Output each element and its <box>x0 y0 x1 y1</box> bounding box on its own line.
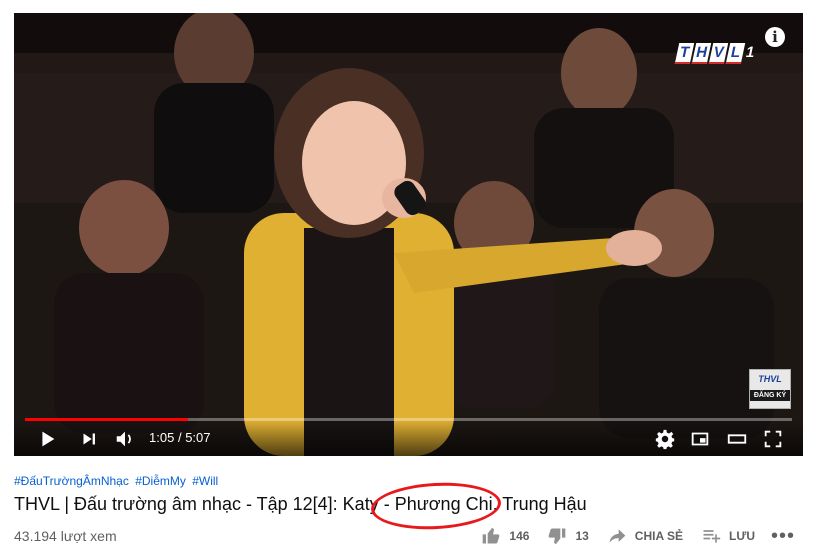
video-title-wrap: THVL | Đấu trường âm nhạc - Tập 12[4]: K… <box>14 479 803 533</box>
fullscreen-icon <box>764 430 782 448</box>
fullscreen-button[interactable] <box>762 428 784 450</box>
theater-mode-button[interactable] <box>726 428 748 450</box>
miniplayer-icon <box>691 432 709 446</box>
thumbs-up-icon <box>483 527 500 544</box>
playlist-add-icon <box>703 530 721 543</box>
like-count: 146 <box>509 529 530 543</box>
play-icon <box>42 431 55 447</box>
settings-button[interactable] <box>654 428 676 450</box>
share-button[interactable]: CHIA SẺ <box>607 526 683 546</box>
dislike-count: 13 <box>575 529 589 543</box>
hashtag-link[interactable]: #ĐấuTrườngÂmNhạc <box>14 474 129 488</box>
miniplayer-button[interactable] <box>689 428 711 450</box>
more-actions-button[interactable]: ••• <box>771 526 795 546</box>
action-bar: 146 13 CHIA SẺ LƯU ••• <box>463 526 795 546</box>
video-info: #ĐấuTrườngÂmNhạc #DiễmMy #Will THVL | Đấ… <box>14 474 803 546</box>
next-button[interactable] <box>78 428 100 450</box>
channel-watermark[interactable]: THVL ĐĂNG KÝ <box>749 369 791 409</box>
volume-button[interactable] <box>114 428 136 450</box>
time-total: 5:07 <box>185 430 211 445</box>
watermark-logo: THVL <box>758 374 782 384</box>
share-icon <box>609 529 626 543</box>
thumbs-down-icon <box>549 528 566 545</box>
play-button[interactable] <box>36 428 58 450</box>
time-current: 1:05 <box>149 430 175 445</box>
save-button[interactable]: LƯU <box>701 526 755 546</box>
hashtag-link[interactable]: #Will <box>192 474 218 488</box>
info-icon[interactable]: i <box>765 27 785 47</box>
watermark-subscribe: ĐĂNG KÝ <box>750 390 790 401</box>
hashtag-link[interactable]: #DiễmMy <box>135 474 186 488</box>
video-player[interactable]: T H V L 1 i THVL ĐĂNG KÝ 1:05 / 5:07 <box>14 13 803 456</box>
theater-icon <box>727 434 747 444</box>
time-separator: / <box>177 430 182 445</box>
next-icon <box>83 433 95 445</box>
gear-icon <box>655 429 675 450</box>
dislike-button[interactable]: 13 <box>547 526 589 546</box>
time-display: 1:05 / 5:07 <box>149 430 211 445</box>
channel-logo: T H V L 1 <box>674 43 757 64</box>
like-button[interactable]: 146 <box>481 526 529 546</box>
video-frame <box>14 13 803 456</box>
share-label: CHIA SẺ <box>634 529 684 543</box>
save-label: LƯU <box>729 529 755 543</box>
video-meta: 43.194 lượt xem 146 13 CHIA SẺ LƯU ••• <box>14 526 803 550</box>
volume-icon <box>116 431 131 447</box>
player-controls: 1:05 / 5:07 <box>14 420 803 456</box>
view-count: 43.194 lượt xem <box>14 528 117 544</box>
